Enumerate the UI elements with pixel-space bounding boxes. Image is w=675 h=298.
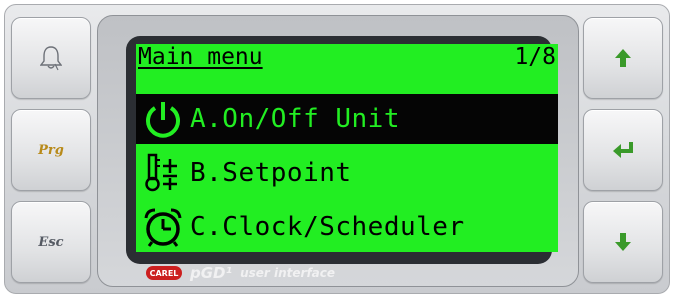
page-indicator: 1/8 — [514, 44, 556, 70]
enter-button[interactable] — [583, 109, 663, 191]
screen-frame: Main menu 1/8 A.On/Off Unit B.Setpoint C… — [97, 15, 579, 287]
power-icon — [136, 94, 190, 144]
esc-label: Esc — [38, 234, 64, 250]
alarm-button[interactable] — [11, 17, 91, 99]
menu-item-label: B.Setpoint — [190, 158, 352, 188]
menu-item-setpoint[interactable]: B.Setpoint — [136, 148, 558, 198]
menu-item-label: C.Clock/Scheduler — [190, 212, 465, 242]
thermometer-setpoint-icon — [136, 148, 190, 198]
menu-title: Main menu — [138, 44, 263, 70]
carel-logo: CAREL — [146, 266, 182, 280]
esc-button[interactable]: Esc — [11, 201, 91, 283]
enter-icon — [613, 142, 633, 158]
menu-item-on-off-unit[interactable]: A.On/Off Unit — [136, 94, 558, 144]
prg-button[interactable]: Prg — [11, 109, 91, 191]
bell-icon — [40, 46, 62, 71]
left-key-column: Prg Esc — [11, 17, 91, 283]
product-name: pGD¹ — [190, 264, 233, 282]
lcd-display: Main menu 1/8 A.On/Off Unit B.Setpoint C… — [136, 44, 558, 252]
brand-strip: CAREL pGD¹ user interface — [146, 264, 335, 282]
lcd-bezel: Main menu 1/8 A.On/Off Unit B.Setpoint C… — [126, 36, 558, 264]
right-key-column — [583, 17, 663, 283]
alarm-clock-icon — [136, 202, 190, 252]
down-arrow-icon — [615, 233, 631, 251]
menu-item-label: A.On/Off Unit — [190, 104, 400, 134]
up-arrow-icon — [615, 49, 631, 67]
down-button[interactable] — [583, 201, 663, 283]
prg-label: Prg — [38, 142, 64, 158]
menu-item-clock-scheduler[interactable]: C.Clock/Scheduler — [136, 202, 558, 252]
menu-title-bar: Main menu 1/8 — [136, 44, 558, 78]
product-tagline: user interface — [240, 266, 336, 280]
pgd-terminal: Prg Esc Main menu 1/8 A.On/Off Unit B.Se… — [4, 4, 670, 294]
up-button[interactable] — [583, 17, 663, 99]
